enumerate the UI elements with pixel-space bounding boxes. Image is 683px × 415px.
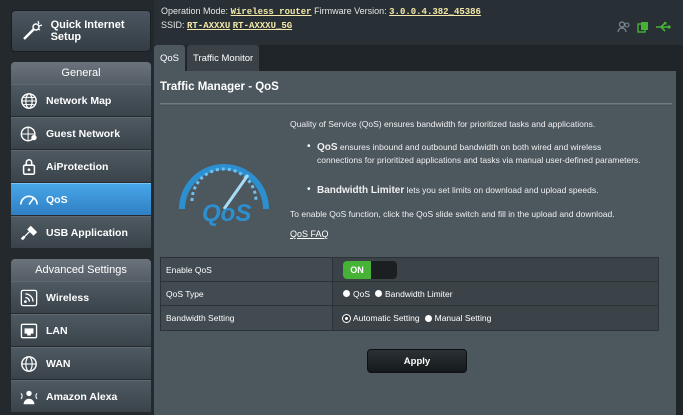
option-label: Bandwidth Limiter: [385, 288, 453, 299]
title-divider: [160, 103, 672, 106]
tab-bar: QoS Traffic Monitor: [154, 45, 260, 71]
qos-bullet-1: QoS ensures inbound and outbound bandwid…: [317, 141, 647, 166]
qos-bullet-1-bold: QoS: [317, 142, 338, 153]
sidebar-item-label: LAN: [46, 324, 68, 337]
operation-mode-line: Operation Mode: Wireless router Firmware…: [161, 6, 481, 17]
firmware-version-link[interactable]: 3.0.0.4.382_45386: [389, 7, 481, 17]
magic-wand-icon: [17, 16, 47, 46]
table-row: QoS Type QoS Bandwidth Limiter: [161, 282, 658, 306]
tab-traffic-monitor[interactable]: Traffic Monitor: [187, 45, 260, 71]
enable-qos-label: Enable QoS: [161, 258, 333, 281]
sidebar-item-label: WAN: [46, 357, 71, 370]
lan-port-icon: [18, 320, 40, 342]
advanced-section-heading: Advanced Settings: [11, 259, 151, 281]
bandwidth-setting-label: Bandwidth Setting: [161, 306, 333, 330]
qos-type-label: QoS Type: [161, 282, 333, 305]
copy-icon[interactable]: [637, 20, 649, 38]
sidebar-item-amazon-alexa[interactable]: Amazon Alexa: [11, 380, 151, 413]
bandwidth-option-automatic[interactable]: Automatic Setting: [343, 313, 420, 323]
radio-automatic-selected[interactable]: [343, 314, 350, 322]
sidebar-item-wireless[interactable]: Wireless: [11, 281, 151, 314]
bandwidth-option-manual[interactable]: Manual Setting: [424, 313, 492, 323]
main-panel: Traffic Manager - QoS QoS Quality of Ser…: [154, 71, 676, 415]
qos-bullet-2: Bandwidth Limiter lets you set limits on…: [317, 184, 647, 197]
qos-logo-text: QoS: [202, 200, 251, 227]
usb-puzzle-icon: [18, 222, 40, 244]
sidebar-item-label: USB Application: [46, 226, 128, 239]
globe-icon: [18, 90, 40, 112]
qos-enable-note: To enable QoS function, click the QoS sl…: [290, 209, 615, 219]
users-icon[interactable]: [617, 20, 631, 38]
ssid-2g-link[interactable]: RT-AXXXU: [187, 21, 230, 31]
sidebar-item-network-map[interactable]: Network Map: [11, 84, 151, 117]
sidebar-item-guest-network[interactable]: Guest Network: [11, 117, 151, 150]
sidebar-item-usb-application[interactable]: USB Application: [11, 216, 151, 249]
sidebar-item-label: Network Map: [46, 94, 112, 107]
operation-mode-link[interactable]: Wireless router: [231, 7, 312, 17]
bullet-dot: •: [307, 184, 311, 195]
qos-bullet-2-text: lets you set limits on download and uplo…: [404, 185, 599, 195]
wan-globe-icon: [18, 353, 40, 375]
toggle-on-label: ON: [343, 260, 371, 279]
sidebar-item-label: QoS: [46, 193, 68, 206]
alexa-icon: [18, 386, 40, 408]
apply-button[interactable]: Apply: [367, 349, 467, 373]
tab-qos[interactable]: QoS: [154, 45, 186, 71]
sidebar-item-label: AiProtection: [46, 160, 109, 173]
sidebar-item-aiprotection[interactable]: AiProtection: [11, 150, 151, 183]
ssid-label: SSID:: [161, 20, 185, 30]
wireless-icon: [18, 287, 40, 309]
status-icons: [617, 20, 671, 38]
router-admin-page: Quick Internet Setup General Network Map…: [0, 0, 683, 415]
page-title: Traffic Manager - QoS: [160, 81, 279, 93]
qos-bullet-1-text: ensures inbound and outbound bandwidth o…: [317, 142, 641, 165]
sidebar-item-wan[interactable]: WAN: [11, 347, 151, 380]
radio-qos[interactable]: [343, 290, 350, 297]
option-label: Manual Setting: [434, 313, 492, 323]
sidebar: Quick Internet Setup General Network Map…: [0, 0, 154, 415]
sidebar-item-label: Amazon Alexa: [46, 390, 118, 403]
table-row: Enable QoS ON: [161, 258, 658, 282]
qos-type-cell: QoS Bandwidth Limiter: [333, 282, 658, 305]
general-section-heading: General: [11, 62, 151, 84]
guest-globe-icon: [18, 123, 40, 145]
quick-internet-setup-label: Quick Internet Setup: [50, 19, 125, 43]
option-label: Automatic Setting: [353, 313, 420, 323]
lock-icon: [18, 156, 40, 178]
qos-speedometer-logo: QoS: [179, 164, 269, 227]
qos-faq-link[interactable]: QoS FAQ: [290, 229, 329, 239]
ssid-5g-link[interactable]: RT-AXXXU_5G: [233, 21, 292, 31]
sidebar-item-lan[interactable]: LAN: [11, 314, 151, 347]
qos-type-option-bandwidth-limiter[interactable]: Bandwidth Limiter: [375, 289, 453, 299]
table-row: Bandwidth Setting Automatic Setting Manu…: [161, 306, 658, 330]
bandwidth-setting-cell: Automatic Setting Manual Setting: [333, 306, 658, 330]
header-bar: Operation Mode: Wireless router Firmware…: [154, 0, 683, 45]
firmware-label: Firmware Version:: [314, 6, 387, 16]
qos-intro-text: Quality of Service (QoS) ensures bandwid…: [290, 119, 596, 129]
bullet-dot: •: [307, 141, 311, 152]
option-label: QoS: [353, 288, 371, 299]
quick-internet-setup-button[interactable]: Quick Internet Setup: [11, 10, 151, 52]
radio-manual[interactable]: [424, 314, 432, 322]
enable-qos-toggle[interactable]: ON: [343, 260, 397, 279]
sidebar-item-qos[interactable]: QoS: [11, 183, 151, 216]
sidebar-item-label: Guest Network: [46, 127, 121, 140]
enable-qos-cell: ON: [333, 258, 658, 281]
qos-bullet-2-bold: Bandwidth Limiter: [317, 185, 405, 196]
ssid-line: SSID: RT-AXXXU RT-AXXXU_5G: [161, 20, 292, 31]
qos-settings-table: Enable QoS ON QoS Type QoS Bandwidth Lim…: [160, 257, 659, 331]
speedometer-icon: [18, 189, 40, 211]
operation-mode-label: Operation Mode:: [161, 6, 229, 16]
radio-bandwidth-limiter[interactable]: [375, 290, 383, 297]
qos-type-option-qos[interactable]: QoS: [343, 289, 370, 299]
usb-icon[interactable]: [655, 20, 671, 38]
sidebar-item-label: Wireless: [46, 291, 90, 304]
